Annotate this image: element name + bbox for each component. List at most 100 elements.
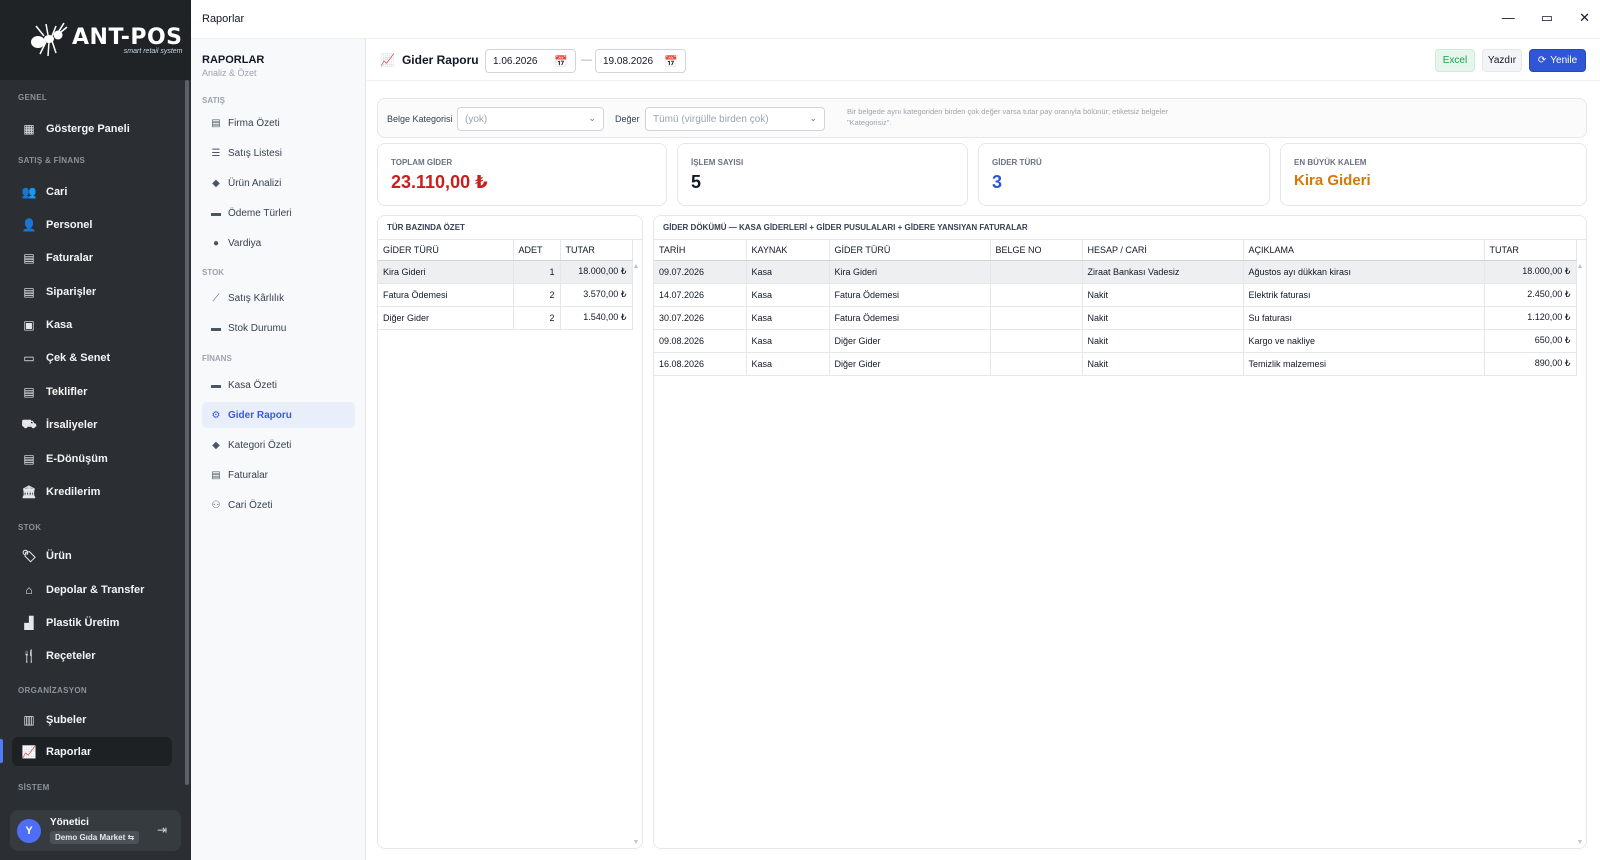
- table-row[interactable]: Fatura Ödemesi 2 3.570,00 ₺: [378, 283, 633, 307]
- column-header[interactable]: GİDER TÜRÜ: [829, 240, 991, 261]
- sidebar-item-label: Teklifler: [46, 385, 88, 398]
- scroll-down-icon[interactable]: ▼: [632, 839, 640, 846]
- sidebar-item-subeler[interactable]: ▥ Şubeler: [12, 705, 172, 734]
- sidebar-item-personel[interactable]: 👤 Personel: [12, 210, 172, 239]
- subnav-item-gider-raporu[interactable]: ⚙ Gider Raporu: [202, 402, 355, 428]
- table-row[interactable]: 09.07.2026 Kasa Kira Gideri Ziraat Banka…: [654, 260, 1577, 284]
- sidebar-item-kasa[interactable]: ▣ Kasa: [12, 310, 172, 339]
- cell-account: Nakit: [1082, 306, 1244, 330]
- calendar-icon[interactable]: 📅: [554, 55, 568, 68]
- reports-subnav: RAPORLAR Analiz & Özet SATIŞ ▤ Firma Özet…: [191, 39, 366, 860]
- subnav-item-faturalar[interactable]: ▤ Faturalar: [202, 462, 355, 488]
- card-icon: ▬: [211, 207, 221, 219]
- subnav-item-stok-durumu[interactable]: ▬ Stok Durumu: [202, 315, 355, 341]
- sidebar-item-faturalar[interactable]: ▤ Faturalar: [12, 243, 172, 272]
- sidebar-item-teklifler[interactable]: ▤ Teklifler: [12, 377, 172, 406]
- logo-title: ANT-POS: [72, 25, 183, 50]
- cell-count: 2: [513, 283, 561, 307]
- column-header[interactable]: BELGE NO: [990, 240, 1083, 261]
- app-logo[interactable]: ANT-POS smart retail system: [0, 0, 191, 80]
- date-from-field[interactable]: 1.06.2026 📅: [485, 49, 576, 73]
- users-icon: ⚇: [211, 499, 221, 511]
- sidebar-item-kredilerim[interactable]: 🏛 Kredilerim: [12, 477, 172, 506]
- table-row[interactable]: 30.07.2026 Kasa Fatura Ödemesi Nakit Su …: [654, 306, 1577, 330]
- user-card[interactable]: Y Yönetici Demo Gıda Market ⇆ ⇥: [10, 810, 181, 851]
- calendar-icon[interactable]: 📅: [664, 55, 678, 68]
- refresh-button[interactable]: ⟳ Yenile: [1529, 49, 1586, 72]
- sidebar-item-raporlar[interactable]: 📈 Raporlar: [12, 737, 172, 766]
- sidebar-item-depolar[interactable]: ⌂ Depolar & Transfer: [12, 575, 172, 604]
- summary-panel: TÜR BAZINDA ÖZET GİDER TÜRÜ ADET TUTAR K…: [377, 215, 643, 849]
- sidebar-item-receteler[interactable]: 🍴 Reçeteler: [12, 641, 172, 670]
- column-header[interactable]: GİDER TÜRÜ: [378, 240, 514, 261]
- document-icon: ▤: [211, 117, 221, 129]
- window-title: Raporlar: [202, 13, 245, 25]
- value-input[interactable]: Tümü (virgülle birden çok) ⌄: [645, 107, 825, 131]
- logout-icon[interactable]: ⇥: [157, 823, 167, 837]
- group-label-stok: STOK: [18, 523, 42, 532]
- cell-amount: 1.120,00 ₺: [1484, 306, 1577, 330]
- subnav-item-urun-analizi[interactable]: ◆ Ürün Analizi: [202, 170, 355, 196]
- subnav-item-cari-ozeti[interactable]: ⚇ Cari Özeti: [202, 492, 355, 518]
- list-icon: ☰: [211, 147, 221, 159]
- table-row[interactable]: Kira Gideri 1 18.000,00 ₺: [378, 260, 633, 284]
- subnav-item-satis-karlilik[interactable]: ⟋ Satış Kârlılık: [202, 285, 355, 311]
- column-header[interactable]: KAYNAK: [746, 240, 830, 261]
- table-row[interactable]: Diğer Gider 2 1.540,00 ₺: [378, 306, 633, 330]
- date-to-field[interactable]: 19.08.2026 📅: [595, 49, 686, 73]
- sidebar-item-urun[interactable]: 🏷 Ürün: [12, 541, 172, 570]
- cell-description: Ağustos ayı dükkan kirası: [1243, 260, 1485, 284]
- sidebar-scrollbar[interactable]: [185, 80, 189, 785]
- minimize-icon[interactable]: —: [1502, 10, 1515, 26]
- cell-description: Kargo ve nakliye: [1243, 329, 1485, 353]
- table-row[interactable]: 14.07.2026 Kasa Fatura Ödemesi Nakit Ele…: [654, 283, 1577, 307]
- sidebar-item-dashboard[interactable]: ▦ Gösterge Paneli: [12, 114, 172, 143]
- column-header[interactable]: TUTAR: [1484, 240, 1577, 261]
- cell-account: Nakit: [1082, 352, 1244, 376]
- subnav-item-label: Stok Durumu: [228, 322, 287, 334]
- subnav-title: RAPORLAR: [202, 54, 265, 66]
- subnav-item-odeme-turleri[interactable]: ▬ Ödeme Türleri: [202, 200, 355, 226]
- kpi-transaction-count: İŞLEM SAYISI 5: [677, 143, 968, 206]
- branch-switcher[interactable]: Demo Gıda Market ⇆: [50, 831, 140, 844]
- cell-date: 16.08.2026: [654, 352, 747, 376]
- detail-panel: GİDER DÖKÜMÜ — KASA GİDERLERİ + GİDER PU…: [653, 215, 1587, 849]
- excel-button[interactable]: Excel: [1435, 49, 1475, 72]
- document-icon: ▤: [23, 250, 35, 265]
- safe-icon: ▣: [23, 317, 35, 332]
- sidebar-item-e-donusum[interactable]: ▤ E-Dönüşüm: [12, 444, 172, 473]
- column-header[interactable]: TUTAR: [560, 240, 633, 261]
- refresh-label: Yenile: [1550, 55, 1578, 66]
- sidebar-item-plastik-uretim[interactable]: ▟ Plastik Üretim: [12, 608, 172, 637]
- box-icon: ▬: [211, 322, 221, 334]
- cell-doc-no: [990, 283, 1083, 307]
- print-button[interactable]: Yazdır: [1482, 49, 1522, 72]
- sidebar-item-cari[interactable]: 👥 Cari: [12, 177, 172, 206]
- sidebar-item-cek-senet[interactable]: ▭ Çek & Senet: [12, 343, 172, 372]
- maximize-icon[interactable]: ▭: [1541, 10, 1553, 26]
- cell-type: Fatura Ödemesi: [378, 283, 514, 307]
- subnav-item-vardiya[interactable]: ● Vardiya: [202, 230, 355, 256]
- category-select[interactable]: (yok) ⌄: [457, 107, 604, 131]
- cell-description: Su faturası: [1243, 306, 1485, 330]
- subnav-item-firma-ozeti[interactable]: ▤ Firma Özeti: [202, 110, 355, 136]
- summary-panel-title: TÜR BAZINDA ÖZET: [378, 216, 642, 240]
- column-header[interactable]: AÇIKLAMA: [1243, 240, 1485, 261]
- sidebar-item-siparisler[interactable]: ▤ Siparişler: [12, 277, 172, 306]
- column-header[interactable]: TARİH: [654, 240, 747, 261]
- column-header[interactable]: ADET: [513, 240, 561, 261]
- scroll-up-icon[interactable]: ▲: [1576, 263, 1584, 270]
- bank-icon: 🏛: [21, 484, 37, 499]
- kpi-expense-types: GİDER TÜRÜ 3: [978, 143, 1270, 206]
- table-row[interactable]: 16.08.2026 Kasa Diğer Gider Nakit Temizl…: [654, 352, 1577, 376]
- sidebar-item-irsaliyeler[interactable]: ⛟ İrsaliyeler: [12, 410, 172, 439]
- close-icon[interactable]: ✕: [1579, 10, 1590, 26]
- subnav-item-satis-listesi[interactable]: ☰ Satış Listesi: [202, 140, 355, 166]
- subnav-item-kategori-ozeti[interactable]: ◆ Kategori Özeti: [202, 432, 355, 458]
- table-row[interactable]: 09.08.2026 Kasa Diğer Gider Nakit Kargo …: [654, 329, 1577, 353]
- scroll-down-icon[interactable]: ▼: [1576, 839, 1584, 846]
- column-header[interactable]: HESAP / CARİ: [1082, 240, 1244, 261]
- cell-date: 30.07.2026: [654, 306, 747, 330]
- scroll-up-icon[interactable]: ▲: [632, 263, 640, 270]
- subnav-item-kasa-ozeti[interactable]: ▬ Kasa Özeti: [202, 372, 355, 398]
